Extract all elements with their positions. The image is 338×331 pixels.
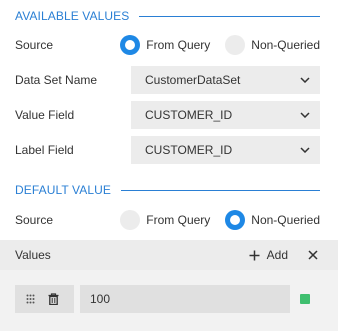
- default-value-title: DEFAULT VALUE: [15, 183, 111, 197]
- dataset-label: Data Set Name: [15, 73, 98, 87]
- default-source-row: Source From Query Non-Queried: [15, 206, 320, 234]
- chevron-down-icon: [300, 147, 310, 153]
- values-list: [0, 270, 338, 331]
- label-field-select[interactable]: CUSTOMER_ID: [131, 136, 320, 164]
- available-values-title: AVAILABLE VALUES: [15, 9, 130, 23]
- radio-unselected-indicator: [225, 35, 246, 55]
- dataset-select-value: CustomerDataSet: [145, 73, 241, 87]
- add-value-button[interactable]: Add: [249, 248, 288, 262]
- value-item: [15, 285, 290, 313]
- value-field-select-value: CUSTOMER_ID: [145, 108, 233, 122]
- default-source-non-queried-radio[interactable]: Non-Queried: [225, 210, 320, 230]
- values-title: Values: [15, 248, 51, 262]
- drag-handle-icon[interactable]: [26, 294, 35, 304]
- radio-label: From Query: [146, 213, 211, 227]
- close-values-button[interactable]: [308, 250, 318, 260]
- value-field-label: Value Field: [15, 108, 75, 122]
- radio-label: Non-Queried: [251, 38, 320, 52]
- available-source-label: Source: [15, 38, 54, 52]
- label-field-select-value: CUSTOMER_ID: [145, 143, 233, 157]
- dataset-row: Data Set Name CustomerDataSet: [15, 66, 320, 94]
- value-field-row: Value Field CUSTOMER_ID: [15, 101, 320, 129]
- radio-selected-indicator: [120, 35, 141, 55]
- value-input[interactable]: [80, 285, 290, 313]
- value-status-indicator: [300, 294, 310, 304]
- default-source-from-query-radio[interactable]: From Query: [120, 210, 210, 230]
- available-source-radio-group: From Query Non-Queried: [120, 35, 320, 55]
- available-source-from-query-radio[interactable]: From Query: [120, 35, 210, 55]
- radio-unselected-indicator: [120, 210, 141, 230]
- radio-selected-indicator: [225, 210, 246, 230]
- available-source-row: Source From Query Non-Queried: [15, 31, 320, 59]
- label-field-row: Label Field CUSTOMER_ID: [15, 136, 320, 164]
- default-source-label: Source: [15, 213, 54, 227]
- values-toolbar: Values Add: [0, 240, 338, 270]
- available-values-header: AVAILABLE VALUES: [15, 8, 320, 24]
- radio-label: Non-Queried: [251, 213, 320, 227]
- dataset-select[interactable]: CustomerDataSet: [131, 66, 320, 94]
- value-field-select[interactable]: CUSTOMER_ID: [131, 101, 320, 129]
- radio-label: From Query: [146, 38, 211, 52]
- close-icon: [308, 250, 318, 260]
- default-source-radio-group: From Query Non-Queried: [120, 210, 320, 230]
- chevron-down-icon: [300, 112, 310, 118]
- chevron-down-icon: [300, 77, 310, 83]
- trash-icon[interactable]: [48, 293, 59, 305]
- label-field-label: Label Field: [15, 143, 74, 157]
- available-source-non-queried-radio[interactable]: Non-Queried: [225, 35, 320, 55]
- value-item-controls: [15, 285, 74, 313]
- section-divider: [139, 15, 320, 17]
- plus-icon: [249, 250, 260, 260]
- add-value-label: Add: [266, 248, 288, 262]
- section-divider: [121, 189, 320, 191]
- default-value-header: DEFAULT VALUE: [15, 182, 320, 198]
